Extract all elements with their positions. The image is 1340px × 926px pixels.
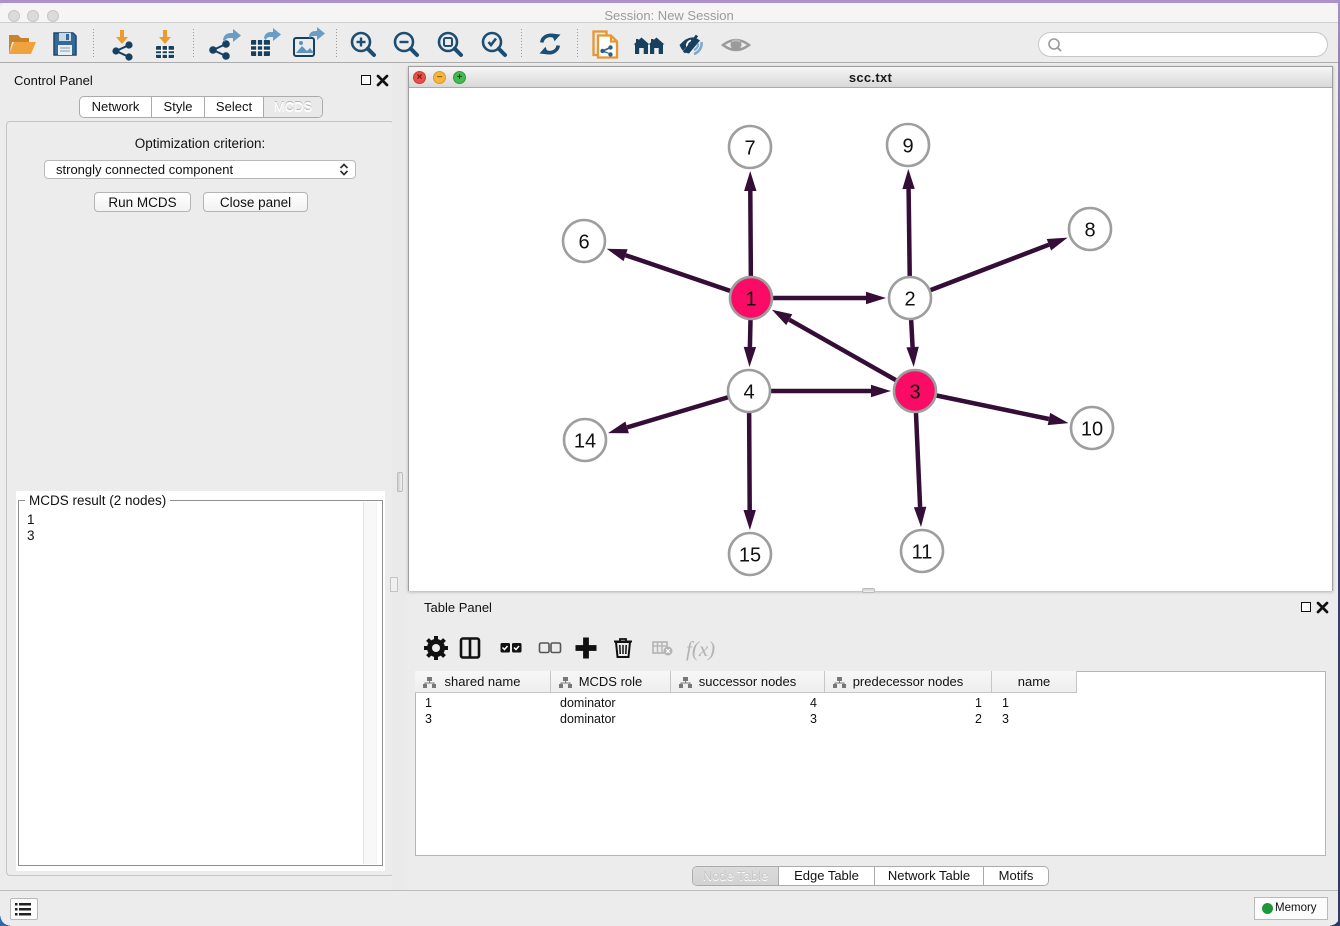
svg-text:11: 11 (912, 542, 933, 564)
svg-text:8: 8 (1084, 220, 1095, 242)
svg-text:f(x): f(x) (686, 637, 715, 661)
svg-text:10: 10 (1081, 419, 1103, 441)
svg-text:3: 3 (909, 382, 920, 404)
svg-text:9: 9 (902, 136, 913, 158)
svg-text:14: 14 (574, 431, 596, 453)
svg-text:4: 4 (743, 382, 754, 404)
svg-text:2: 2 (904, 289, 915, 311)
svg-text:6: 6 (578, 232, 589, 254)
svg-text:7: 7 (744, 138, 755, 160)
svg-text:1: 1 (745, 289, 756, 311)
svg-text:15: 15 (739, 545, 761, 567)
